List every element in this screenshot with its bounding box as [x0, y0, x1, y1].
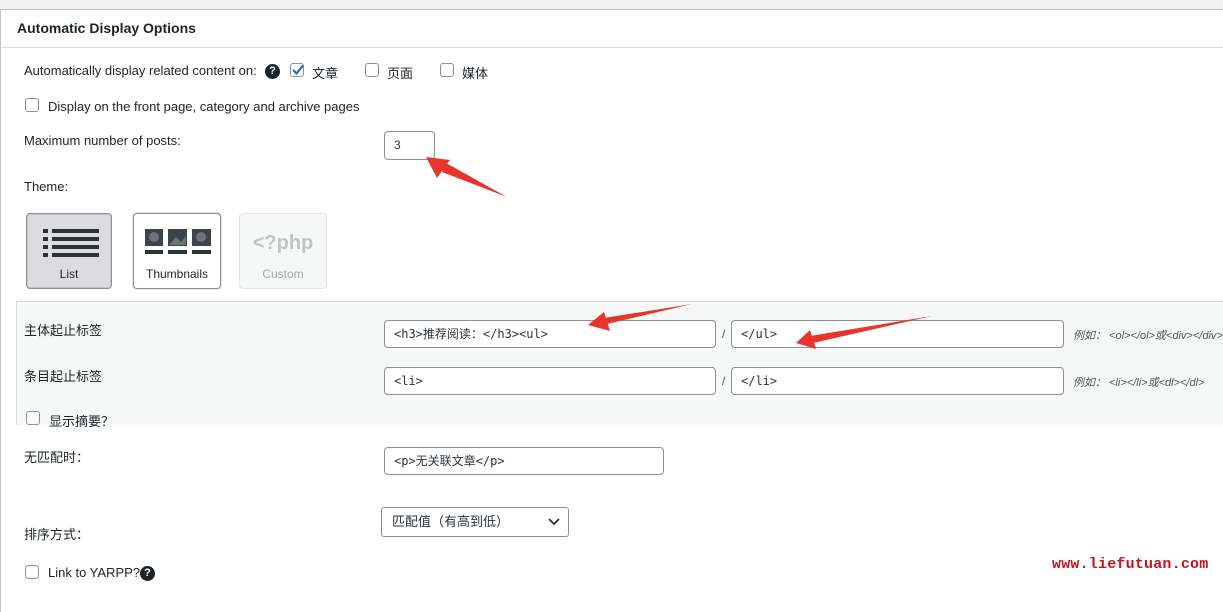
item-tags-separator: /: [722, 374, 726, 388]
item-open-tag-input[interactable]: <li>: [384, 367, 716, 395]
front-page-label: Display on the front page, category and …: [48, 99, 360, 114]
body-tags-separator: /: [722, 327, 726, 341]
auto-display-label: Automatically display related content on…: [24, 63, 257, 78]
body-close-tag-input[interactable]: </ul>: [731, 320, 1064, 348]
checkbox-media-label: 媒体: [462, 66, 489, 81]
body-tags-hint: 例如： <ol></ol>或<div></div>: [1073, 330, 1223, 342]
item-tags-label: 条目起止标签: [24, 369, 103, 384]
link-yarpp-label: Link to YARPP?: [48, 565, 141, 580]
watermark-text: www.liefutuan.com: [1052, 556, 1209, 573]
theme-thumbnails-label: Thumbnails: [145, 267, 209, 281]
thumbnails-icon: [145, 229, 211, 254]
checkbox-media[interactable]: [440, 63, 454, 77]
checkbox-pages-label: 页面: [387, 66, 414, 81]
no-match-input[interactable]: <p>无关联文章</p>: [384, 447, 664, 475]
order-select[interactable]: 匹配值（有高到低）: [381, 507, 569, 537]
show-excerpt-label: 显示摘要？: [49, 414, 115, 429]
checkmark-icon: [292, 64, 304, 76]
php-icon: <?php: [252, 232, 314, 254]
checkbox-front-page[interactable]: [25, 98, 39, 112]
checkbox-pages[interactable]: [365, 63, 379, 77]
theme-list-button[interactable]: List: [26, 213, 112, 289]
list-icon: [43, 229, 99, 257]
panel-title: Automatic Display Options: [17, 20, 196, 36]
checkbox-show-excerpt[interactable]: [26, 411, 40, 425]
theme-custom-button[interactable]: <?php Custom: [239, 213, 327, 289]
body-tags-label: 主体起止标签: [24, 323, 103, 338]
theme-label: Theme:: [24, 179, 69, 194]
theme-list-label: List: [59, 267, 79, 281]
checkbox-posts[interactable]: [290, 63, 304, 77]
max-posts-input[interactable]: 3: [384, 131, 435, 160]
checkbox-link-yarpp[interactable]: [25, 565, 39, 579]
body-open-tag-input[interactable]: <h3>推荐阅读：</h3><ul>: [384, 320, 716, 348]
item-tags-hint: 例如： <li></li>或<dl></dl>: [1073, 377, 1205, 389]
question-circle-icon[interactable]: ?: [140, 566, 155, 581]
panel-header: Automatic Display Options: [1, 10, 1223, 48]
max-posts-label: Maximum number of posts:: [24, 133, 181, 148]
checkbox-posts-label: 文章: [312, 66, 339, 81]
item-close-tag-input[interactable]: </li>: [731, 367, 1064, 395]
no-match-label: 无匹配时：: [24, 450, 90, 465]
chevron-down-icon: [548, 518, 560, 526]
order-label: 排序方式：: [24, 527, 90, 542]
theme-thumbnails-button[interactable]: Thumbnails: [133, 213, 221, 289]
order-select-value: 匹配值（有高到低）: [392, 514, 510, 529]
question-circle-icon[interactable]: ?: [265, 64, 280, 79]
theme-custom-label: Custom: [262, 267, 304, 281]
